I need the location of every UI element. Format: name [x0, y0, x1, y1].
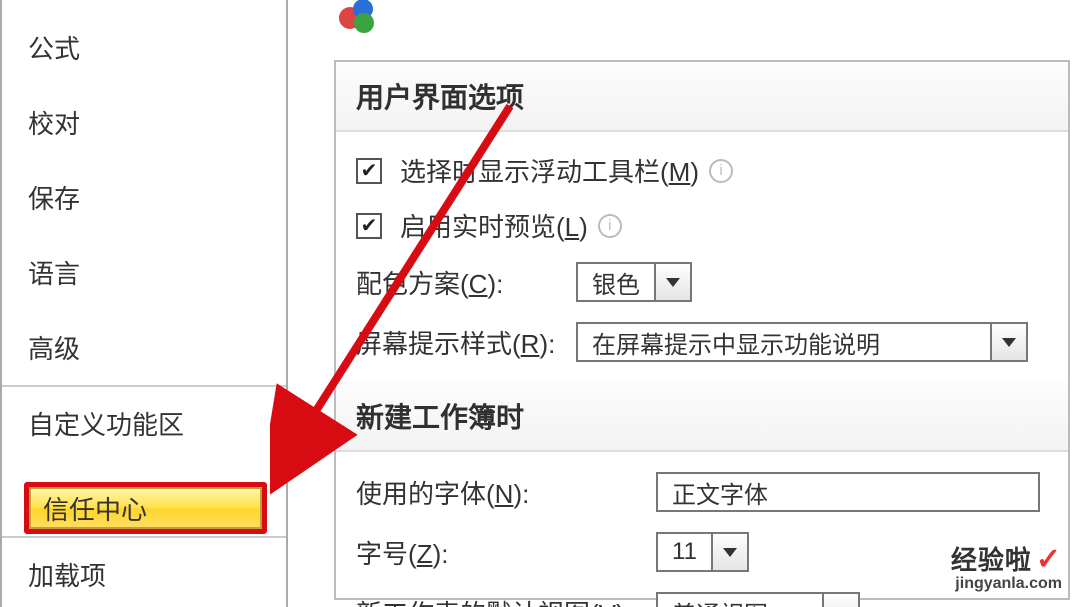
check-icon: ✓: [1036, 543, 1062, 576]
sidebar-item-proofing[interactable]: 校对: [2, 85, 286, 160]
options-icon: [334, 0, 378, 45]
sidebar-item-formulas[interactable]: 公式: [2, 10, 286, 85]
label-live-preview: 启用实时预览(L): [400, 207, 588, 244]
watermark: 经验啦✓ jingyanla.com: [951, 540, 1062, 593]
sidebar: 公式 校对 保存 语言 高级 自定义功能区 快速访问工具栏 加载项 信任中心 信…: [0, 0, 288, 607]
sidebar-item-save[interactable]: 保存: [2, 160, 286, 235]
dropdown-default-font[interactable]: 正文字体: [656, 472, 1040, 512]
dropdown-screentip-value: 在屏幕提示中显示功能说明: [578, 324, 990, 360]
checkbox-mini-toolbar[interactable]: [356, 158, 382, 184]
watermark-url: jingyanla.com: [951, 575, 1062, 593]
dropdown-font-size[interactable]: 11: [656, 532, 749, 572]
main-panel: 用户界面选项 选择时显示浮动工具栏(M) i 启用实时预览(L) i: [288, 0, 1080, 607]
chevron-down-icon[interactable]: [654, 264, 690, 300]
sidebar-item-quick-access[interactable]: 快速访问工具栏: [2, 461, 286, 536]
checkbox-live-preview[interactable]: [356, 213, 382, 239]
watermark-text: 经验啦: [951, 545, 1032, 575]
chevron-down-icon[interactable]: [822, 594, 858, 607]
label-font-size: 字号(Z):: [356, 534, 656, 571]
label-default-view: 新工作表的默认视图(V):: [356, 594, 656, 607]
dropdown-color-scheme[interactable]: 银色: [576, 262, 692, 302]
sidebar-item-language[interactable]: 语言: [2, 235, 286, 310]
dropdown-screentip-style[interactable]: 在屏幕提示中显示功能说明: [576, 322, 1028, 362]
section-title-new-workbook: 新建工作簿时: [336, 382, 1068, 452]
label-mini-toolbar: 选择时显示浮动工具栏(M): [400, 152, 699, 189]
chevron-down-icon[interactable]: [990, 324, 1026, 360]
dropdown-default-view-value: 普通视图: [658, 594, 822, 607]
label-default-font: 使用的字体(N):: [356, 474, 656, 511]
dropdown-default-view[interactable]: 普通视图: [656, 592, 860, 607]
sidebar-item-customize-ribbon[interactable]: 自定义功能区: [2, 385, 286, 461]
label-screentip-style: 屏幕提示样式(R):: [356, 324, 576, 361]
chevron-down-icon[interactable]: [711, 534, 747, 570]
info-icon: i: [598, 214, 622, 238]
dropdown-font-size-value: 11: [658, 534, 711, 570]
sidebar-item-advanced[interactable]: 高级: [2, 310, 286, 385]
dropdown-color-scheme-value: 银色: [578, 264, 654, 300]
info-icon: i: [709, 159, 733, 183]
label-color-scheme: 配色方案(C):: [356, 264, 576, 301]
sidebar-item-addins[interactable]: 加载项: [2, 536, 286, 607]
dropdown-default-font-value: 正文字体: [658, 474, 1038, 510]
section-title-ui-options: 用户界面选项: [336, 62, 1068, 132]
